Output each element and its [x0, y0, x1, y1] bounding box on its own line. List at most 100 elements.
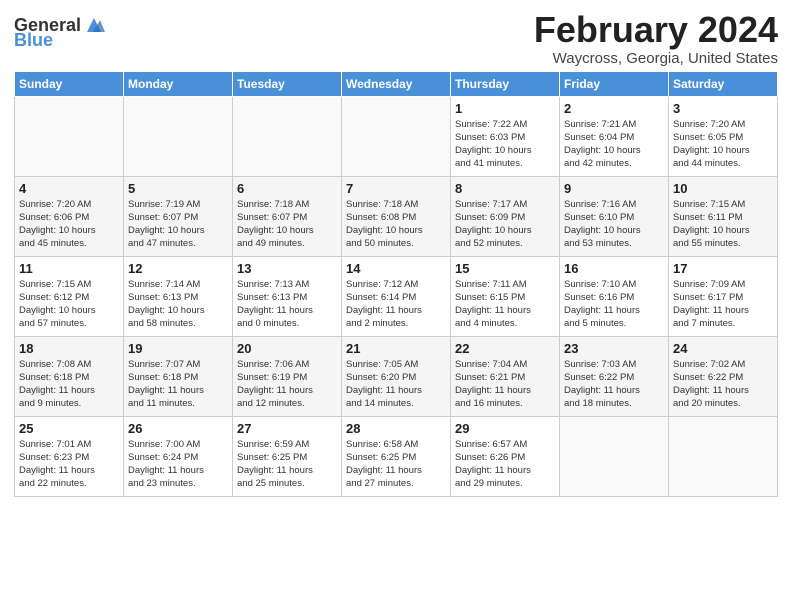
- logo-blue: Blue: [14, 30, 53, 51]
- day-cell: 24 Sunrise: 7:02 AM Sunset: 6:22 PM Dayli…: [669, 336, 778, 416]
- day-number: 17: [673, 261, 773, 276]
- day-info: Sunrise: 7:20 AM Sunset: 6:05 PM Dayligh…: [673, 118, 773, 171]
- header-cell-thursday: Thursday: [451, 71, 560, 96]
- week-row-1: 1 Sunrise: 7:22 AM Sunset: 6:03 PM Daylig…: [15, 96, 778, 176]
- day-cell: 8 Sunrise: 7:17 AM Sunset: 6:09 PM Daylig…: [451, 176, 560, 256]
- day-cell: 20Sunrise: 7:06 AM Sunset: 6:19 PM Dayli…: [233, 336, 342, 416]
- day-number: 7: [346, 181, 446, 196]
- day-number: 6: [237, 181, 337, 196]
- day-info: Sunrise: 7:07 AM Sunset: 6:18 PM Dayligh…: [128, 358, 228, 411]
- header-cell-monday: Monday: [124, 71, 233, 96]
- day-info: Sunrise: 7:05 AM Sunset: 6:20 PM Dayligh…: [346, 358, 446, 411]
- day-info: Sunrise: 7:17 AM Sunset: 6:09 PM Dayligh…: [455, 198, 555, 251]
- day-cell: [669, 416, 778, 496]
- week-row-2: 4Sunrise: 7:20 AM Sunset: 6:06 PM Daylig…: [15, 176, 778, 256]
- day-info: Sunrise: 7:14 AM Sunset: 6:13 PM Dayligh…: [128, 278, 228, 331]
- day-info: Sunrise: 7:11 AM Sunset: 6:15 PM Dayligh…: [455, 278, 555, 331]
- day-cell: 1 Sunrise: 7:22 AM Sunset: 6:03 PM Daylig…: [451, 96, 560, 176]
- day-number: 26: [128, 421, 228, 436]
- day-number: 13: [237, 261, 337, 276]
- day-info: Sunrise: 7:03 AM Sunset: 6:22 PM Dayligh…: [564, 358, 664, 411]
- week-row-3: 11 Sunrise: 7:15 AM Sunset: 6:12 PM Dayli…: [15, 256, 778, 336]
- day-info: Sunrise: 7:04 AM Sunset: 6:21 PM Dayligh…: [455, 358, 555, 411]
- day-cell: 9 Sunrise: 7:16 AM Sunset: 6:10 PM Daylig…: [560, 176, 669, 256]
- day-cell: 5Sunrise: 7:19 AM Sunset: 6:07 PM Daylig…: [124, 176, 233, 256]
- day-number: 20: [237, 341, 337, 356]
- day-info: Sunrise: 7:22 AM Sunset: 6:03 PM Dayligh…: [455, 118, 555, 171]
- day-info: Sunrise: 7:02 AM Sunset: 6:22 PM Dayligh…: [673, 358, 773, 411]
- day-cell: 19 Sunrise: 7:07 AM Sunset: 6:18 PM Dayli…: [124, 336, 233, 416]
- day-info: Sunrise: 7:16 AM Sunset: 6:10 PM Dayligh…: [564, 198, 664, 251]
- day-cell: 10 Sunrise: 7:15 AM Sunset: 6:11 PM Dayli…: [669, 176, 778, 256]
- day-info: Sunrise: 7:21 AM Sunset: 6:04 PM Dayligh…: [564, 118, 664, 171]
- day-info: Sunrise: 7:15 AM Sunset: 6:11 PM Dayligh…: [673, 198, 773, 251]
- day-cell: [342, 96, 451, 176]
- day-number: 28: [346, 421, 446, 436]
- day-cell: 29 Sunrise: 6:57 AM Sunset: 6:26 PM Dayli…: [451, 416, 560, 496]
- header-cell-friday: Friday: [560, 71, 669, 96]
- day-info: Sunrise: 7:18 AM Sunset: 6:08 PM Dayligh…: [346, 198, 446, 251]
- day-number: 22: [455, 341, 555, 356]
- day-number: 12: [128, 261, 228, 276]
- header-row: SundayMondayTuesdayWednesdayThursdayFrid…: [15, 71, 778, 96]
- day-info: Sunrise: 7:18 AM Sunset: 6:07 PM Dayligh…: [237, 198, 337, 251]
- calendar-table: SundayMondayTuesdayWednesdayThursdayFrid…: [14, 71, 778, 497]
- day-info: Sunrise: 7:09 AM Sunset: 6:17 PM Dayligh…: [673, 278, 773, 331]
- day-cell: 7 Sunrise: 7:18 AM Sunset: 6:08 PM Daylig…: [342, 176, 451, 256]
- day-number: 11: [19, 261, 119, 276]
- day-info: Sunrise: 7:15 AM Sunset: 6:12 PM Dayligh…: [19, 278, 119, 331]
- day-cell: [15, 96, 124, 176]
- day-cell: 27Sunrise: 6:59 AM Sunset: 6:25 PM Dayli…: [233, 416, 342, 496]
- day-cell: 21Sunrise: 7:05 AM Sunset: 6:20 PM Dayli…: [342, 336, 451, 416]
- day-cell: [233, 96, 342, 176]
- week-row-4: 18Sunrise: 7:08 AM Sunset: 6:18 PM Dayli…: [15, 336, 778, 416]
- day-cell: 25 Sunrise: 7:01 AM Sunset: 6:23 PM Dayli…: [15, 416, 124, 496]
- week-row-5: 25 Sunrise: 7:01 AM Sunset: 6:23 PM Dayli…: [15, 416, 778, 496]
- day-number: 8: [455, 181, 555, 196]
- page-container: General Blue February 2024 Waycross, Geo…: [0, 0, 792, 503]
- day-number: 18: [19, 341, 119, 356]
- day-info: Sunrise: 6:57 AM Sunset: 6:26 PM Dayligh…: [455, 438, 555, 491]
- day-info: Sunrise: 6:58 AM Sunset: 6:25 PM Dayligh…: [346, 438, 446, 491]
- day-cell: 23 Sunrise: 7:03 AM Sunset: 6:22 PM Dayli…: [560, 336, 669, 416]
- title-block: February 2024 Waycross, Georgia, United …: [534, 10, 778, 67]
- day-info: Sunrise: 7:00 AM Sunset: 6:24 PM Dayligh…: [128, 438, 228, 491]
- day-cell: [560, 416, 669, 496]
- day-cell: 4Sunrise: 7:20 AM Sunset: 6:06 PM Daylig…: [15, 176, 124, 256]
- day-cell: 22 Sunrise: 7:04 AM Sunset: 6:21 PM Dayli…: [451, 336, 560, 416]
- header: General Blue February 2024 Waycross, Geo…: [14, 10, 778, 67]
- day-cell: 17 Sunrise: 7:09 AM Sunset: 6:17 PM Dayli…: [669, 256, 778, 336]
- day-number: 5: [128, 181, 228, 196]
- day-info: Sunrise: 7:12 AM Sunset: 6:14 PM Dayligh…: [346, 278, 446, 331]
- day-cell: 12 Sunrise: 7:14 AM Sunset: 6:13 PM Dayli…: [124, 256, 233, 336]
- day-cell: [124, 96, 233, 176]
- day-number: 9: [564, 181, 664, 196]
- day-cell: 26 Sunrise: 7:00 AM Sunset: 6:24 PM Dayli…: [124, 416, 233, 496]
- day-cell: 28 Sunrise: 6:58 AM Sunset: 6:25 PM Dayli…: [342, 416, 451, 496]
- day-number: 2: [564, 101, 664, 116]
- day-number: 19: [128, 341, 228, 356]
- day-number: 25: [19, 421, 119, 436]
- day-info: Sunrise: 7:13 AM Sunset: 6:13 PM Dayligh…: [237, 278, 337, 331]
- day-number: 24: [673, 341, 773, 356]
- logo-icon: [83, 14, 105, 36]
- day-number: 1: [455, 101, 555, 116]
- day-cell: 16Sunrise: 7:10 AM Sunset: 6:16 PM Dayli…: [560, 256, 669, 336]
- day-number: 23: [564, 341, 664, 356]
- day-number: 29: [455, 421, 555, 436]
- day-number: 14: [346, 261, 446, 276]
- day-number: 3: [673, 101, 773, 116]
- month-title: February 2024: [534, 10, 778, 50]
- day-cell: 18Sunrise: 7:08 AM Sunset: 6:18 PM Dayli…: [15, 336, 124, 416]
- day-info: Sunrise: 7:01 AM Sunset: 6:23 PM Dayligh…: [19, 438, 119, 491]
- day-cell: 3 Sunrise: 7:20 AM Sunset: 6:05 PM Daylig…: [669, 96, 778, 176]
- header-cell-tuesday: Tuesday: [233, 71, 342, 96]
- day-number: 15: [455, 261, 555, 276]
- day-cell: 13 Sunrise: 7:13 AM Sunset: 6:13 PM Dayli…: [233, 256, 342, 336]
- day-number: 4: [19, 181, 119, 196]
- day-number: 10: [673, 181, 773, 196]
- day-cell: 14 Sunrise: 7:12 AM Sunset: 6:14 PM Dayli…: [342, 256, 451, 336]
- location-subtitle: Waycross, Georgia, United States: [534, 50, 778, 67]
- day-cell: 11 Sunrise: 7:15 AM Sunset: 6:12 PM Dayli…: [15, 256, 124, 336]
- day-cell: 6 Sunrise: 7:18 AM Sunset: 6:07 PM Daylig…: [233, 176, 342, 256]
